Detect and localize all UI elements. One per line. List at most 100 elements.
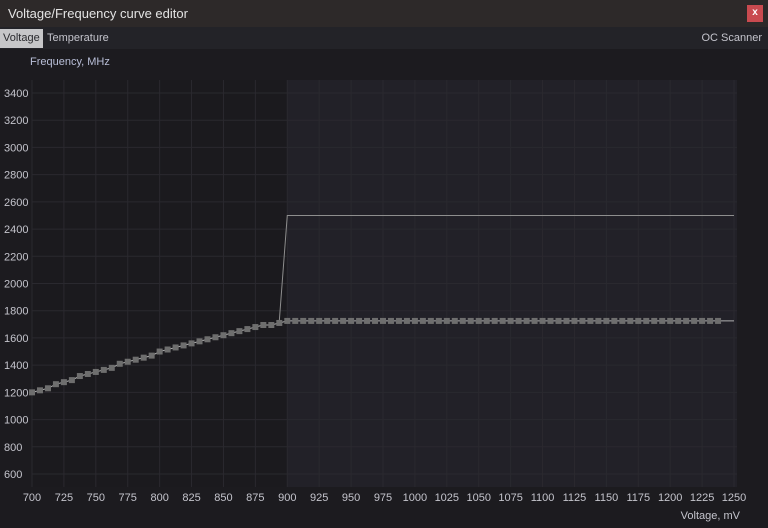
curve-point-marker[interactable]: [220, 332, 227, 339]
curve-point-marker[interactable]: [204, 336, 211, 343]
y-tick-label: 2800: [4, 170, 28, 182]
curve-point-marker[interactable]: [611, 317, 618, 324]
curve-point-marker[interactable]: [108, 364, 115, 371]
x-tick-label: 900: [278, 492, 296, 504]
curve-point-marker[interactable]: [268, 322, 275, 329]
curve-point-marker[interactable]: [523, 317, 530, 324]
curve-point-marker[interactable]: [387, 317, 394, 324]
curve-point-marker[interactable]: [403, 317, 410, 324]
curve-point-marker[interactable]: [699, 317, 706, 324]
curve-point-marker[interactable]: [483, 317, 490, 324]
curve-point-marker[interactable]: [395, 317, 402, 324]
curve-point-marker[interactable]: [707, 317, 714, 324]
curve-point-marker[interactable]: [196, 338, 203, 345]
curve-point-marker[interactable]: [180, 342, 187, 349]
curve-point-marker[interactable]: [340, 317, 347, 324]
y-tick-label: 600: [4, 469, 22, 481]
curve-point-marker[interactable]: [619, 317, 626, 324]
curve-point-marker[interactable]: [236, 328, 243, 335]
curve-point-marker[interactable]: [451, 317, 458, 324]
x-tick-label: 1100: [531, 492, 555, 504]
curve-point-marker[interactable]: [419, 317, 426, 324]
curve-point-marker[interactable]: [595, 317, 602, 324]
curve-point-marker[interactable]: [539, 317, 546, 324]
curve-point-marker[interactable]: [603, 317, 610, 324]
x-tick-label: 1025: [435, 492, 459, 504]
y-tick-label: 1000: [4, 415, 28, 427]
curve-point-marker[interactable]: [675, 317, 682, 324]
curve-point-marker[interactable]: [547, 317, 554, 324]
curve-point-marker[interactable]: [643, 317, 650, 324]
curve-point-marker[interactable]: [587, 317, 594, 324]
curve-point-marker[interactable]: [579, 317, 586, 324]
curve-point-marker[interactable]: [140, 354, 147, 361]
curve-point-marker[interactable]: [68, 377, 75, 384]
curve-point-marker[interactable]: [411, 317, 418, 324]
curve-point-marker[interactable]: [659, 317, 666, 324]
x-tick-label: 725: [55, 492, 73, 504]
curve-point-marker[interactable]: [507, 317, 514, 324]
curve-point-marker[interactable]: [188, 340, 195, 347]
curve-point-marker[interactable]: [172, 344, 179, 351]
curve-point-marker[interactable]: [380, 317, 386, 324]
curve-point-marker[interactable]: [715, 317, 722, 324]
curve-point-marker[interactable]: [683, 317, 690, 324]
curve-point-marker[interactable]: [148, 352, 155, 359]
curve-point-marker[interactable]: [563, 317, 570, 324]
curve-point-marker[interactable]: [36, 387, 43, 394]
curve-point-marker[interactable]: [132, 356, 139, 363]
vf-curve-chart[interactable]: 700 725 750 775 800 825 850 875 900 925 950 975 1000…: [0, 0, 768, 528]
curve-point-marker[interactable]: [427, 317, 434, 324]
curve-point-marker[interactable]: [292, 317, 299, 324]
curve-point-marker[interactable]: [252, 324, 259, 331]
curve-point-marker[interactable]: [316, 317, 323, 324]
curve-point-marker[interactable]: [52, 381, 59, 388]
curve-point-marker[interactable]: [276, 319, 283, 326]
curve-point-marker[interactable]: [300, 317, 307, 324]
curve-point-marker[interactable]: [164, 346, 171, 353]
curve-point-marker[interactable]: [60, 379, 67, 386]
curve-point-marker[interactable]: [100, 366, 107, 373]
curve-point-marker[interactable]: [499, 317, 506, 324]
curve-point-marker[interactable]: [475, 317, 482, 324]
curve-point-marker[interactable]: [356, 317, 363, 324]
curve-point-marker[interactable]: [44, 385, 51, 392]
curve-point-marker[interactable]: [284, 317, 291, 324]
curve-point-marker[interactable]: [443, 317, 450, 324]
curve-point-marker[interactable]: [691, 317, 698, 324]
curve-point-marker[interactable]: [435, 317, 442, 324]
curve-point-marker[interactable]: [667, 317, 674, 324]
curve-point-marker[interactable]: [515, 317, 522, 324]
curve-point-marker[interactable]: [29, 389, 35, 396]
curve-point-marker[interactable]: [332, 317, 339, 324]
curve-point-marker[interactable]: [212, 334, 219, 341]
curve-point-marker[interactable]: [124, 358, 131, 365]
x-tick-label: 1125: [563, 492, 587, 504]
curve-point-marker[interactable]: [324, 317, 331, 324]
x-tick-label: 750: [87, 492, 105, 504]
curve-point-marker[interactable]: [555, 317, 562, 324]
curve-point-marker[interactable]: [531, 317, 538, 324]
curve-point-marker[interactable]: [635, 317, 642, 324]
curve-point-marker[interactable]: [571, 317, 578, 324]
curve-point-marker[interactable]: [260, 322, 267, 329]
y-tick-label: 1400: [4, 360, 28, 372]
curve-point-marker[interactable]: [228, 330, 235, 337]
curve-point-marker[interactable]: [156, 348, 163, 355]
curve-point-marker[interactable]: [651, 317, 658, 324]
curve-point-marker[interactable]: [244, 326, 251, 333]
curve-point-marker[interactable]: [84, 370, 91, 377]
curve-point-marker[interactable]: [308, 317, 315, 324]
curve-point-marker[interactable]: [459, 317, 466, 324]
curve-point-marker[interactable]: [627, 317, 634, 324]
curve-point-marker[interactable]: [92, 368, 99, 375]
x-tick-label: 1175: [626, 492, 650, 504]
curve-point-marker[interactable]: [348, 317, 355, 324]
curve-point-marker[interactable]: [364, 317, 371, 324]
curve-point-marker[interactable]: [372, 317, 379, 324]
curve-point-marker[interactable]: [491, 317, 498, 324]
curve-point-marker[interactable]: [116, 360, 123, 367]
x-tick-label: 1250: [722, 492, 746, 504]
curve-point-marker[interactable]: [467, 317, 474, 324]
curve-point-marker[interactable]: [76, 373, 83, 380]
